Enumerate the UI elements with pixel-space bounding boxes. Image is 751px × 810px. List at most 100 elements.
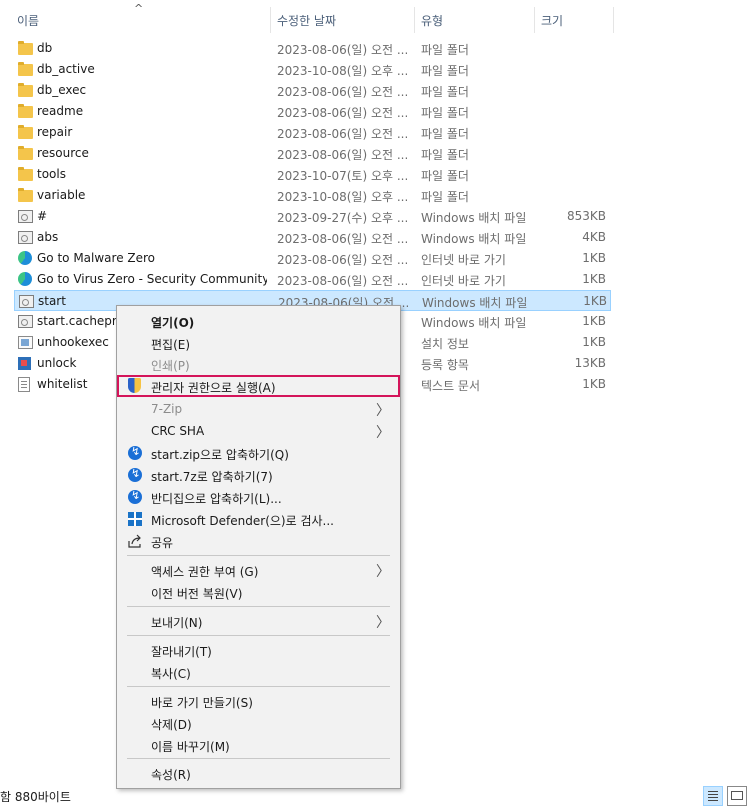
file-row[interactable]: variable 2023-10-08(일) 오후 ... 파일 폴더 bbox=[14, 185, 611, 206]
file-row[interactable]: Go to Virus Zero - Security Community 20… bbox=[14, 269, 611, 290]
menu-item-7zip[interactable]: 7-Zip 〉 bbox=[119, 398, 398, 420]
file-type: 파일 폴더 bbox=[421, 148, 469, 162]
file-size: 1KB bbox=[582, 272, 606, 286]
column-divider[interactable] bbox=[534, 7, 535, 33]
file-name: db_active bbox=[37, 62, 95, 76]
file-type: 텍스트 문서 bbox=[421, 379, 481, 393]
menu-item-label: 속성(R) bbox=[151, 768, 191, 782]
menu-item-send-to[interactable]: 보내기(N) 〉 bbox=[119, 610, 398, 632]
sort-ascending-icon: ^ bbox=[134, 2, 144, 15]
column-name-header[interactable]: 이름 bbox=[17, 12, 39, 29]
column-divider[interactable] bbox=[613, 7, 614, 33]
menu-item-properties[interactable]: 속성(R) bbox=[119, 762, 398, 784]
file-size: 13KB bbox=[574, 356, 606, 370]
file-size: 1KB bbox=[582, 377, 606, 391]
batch-file-icon bbox=[19, 295, 34, 308]
edge-shortcut-icon bbox=[18, 272, 32, 286]
menu-item-delete[interactable]: 삭제(D) bbox=[119, 712, 398, 734]
file-row[interactable]: readme 2023-08-06(일) 오전 ... 파일 폴더 bbox=[14, 101, 611, 122]
file-row[interactable]: # 2023-09-27(수) 오후 ... Windows 배치 파일 853… bbox=[14, 206, 611, 227]
menu-item-label: Microsoft Defender(으)로 검사... bbox=[151, 514, 334, 528]
file-row[interactable]: db 2023-08-06(일) 오전 ... 파일 폴더 bbox=[14, 38, 611, 59]
file-row[interactable]: resource 2023-08-06(일) 오전 ... 파일 폴더 bbox=[14, 143, 611, 164]
file-date: 2023-10-08(일) 오후 ... bbox=[277, 64, 407, 78]
file-type: 파일 폴더 bbox=[421, 64, 469, 78]
file-name: unhookexec bbox=[37, 335, 109, 349]
file-type: Windows 배치 파일 bbox=[421, 232, 527, 246]
folder-icon bbox=[18, 83, 33, 97]
file-row[interactable]: db_exec 2023-08-06(일) 오전 ... 파일 폴더 bbox=[14, 80, 611, 101]
menu-item-compress-zip[interactable]: start.zip으로 압축하기(Q) bbox=[119, 442, 398, 464]
batch-file-icon bbox=[18, 231, 33, 244]
column-date-header[interactable]: 수정한 날짜 bbox=[277, 12, 336, 29]
file-name: readme bbox=[37, 104, 84, 118]
file-date: 2023-08-06(일) 오전 ... bbox=[277, 232, 407, 246]
chevron-right-icon: 〉 bbox=[376, 403, 390, 419]
file-date: 2023-10-07(토) 오후 ... bbox=[277, 169, 407, 183]
menu-item-compress-7z[interactable]: start.7z로 압축하기(7) bbox=[119, 464, 398, 486]
file-size: 1KB bbox=[583, 294, 607, 308]
menu-item-rename[interactable]: 이름 바꾸기(M) bbox=[119, 734, 398, 756]
file-date: 2023-08-06(일) 오전 ... bbox=[277, 253, 407, 267]
menu-item-defender-scan[interactable]: Microsoft Defender(으)로 검사... bbox=[119, 508, 398, 530]
column-type-header[interactable]: 유형 bbox=[421, 12, 443, 29]
file-name: # bbox=[37, 209, 48, 223]
file-name: resource bbox=[37, 146, 89, 160]
folder-icon bbox=[18, 188, 33, 202]
menu-separator bbox=[127, 635, 390, 636]
chevron-right-icon: 〉 bbox=[376, 564, 390, 580]
menu-item-restore-versions[interactable]: 이전 버전 복원(V) bbox=[119, 581, 398, 603]
file-date: 2023-10-08(일) 오후 ... bbox=[277, 190, 407, 204]
menu-separator bbox=[127, 686, 390, 687]
file-name: abs bbox=[37, 230, 59, 244]
menu-item-open[interactable]: 열기(O) bbox=[119, 310, 398, 332]
column-divider[interactable] bbox=[414, 7, 415, 33]
file-type: 등록 항목 bbox=[421, 358, 469, 372]
menu-item-create-shortcut[interactable]: 바로 가기 만들기(S) bbox=[119, 690, 398, 712]
details-view-icon[interactable] bbox=[703, 786, 723, 806]
column-size-header[interactable]: 크기 bbox=[541, 12, 563, 29]
menu-item-label: 이름 바꾸기(M) bbox=[151, 740, 230, 754]
file-type: 파일 폴더 bbox=[421, 85, 469, 99]
file-name: variable bbox=[37, 188, 86, 202]
file-row[interactable]: tools 2023-10-07(토) 오후 ... 파일 폴더 bbox=[14, 164, 611, 185]
file-size: 853KB bbox=[566, 209, 606, 223]
menu-item-print[interactable]: 인쇄(P) bbox=[119, 353, 398, 375]
menu-item-share[interactable]: 공유 bbox=[119, 530, 398, 552]
folder-icon bbox=[18, 104, 33, 118]
menu-item-label: 공유 bbox=[151, 536, 174, 550]
menu-item-label: 인쇄(P) bbox=[151, 359, 190, 373]
menu-item-copy[interactable]: 복사(C) bbox=[119, 661, 398, 683]
menu-item-crc-sha[interactable]: CRC SHA 〉 bbox=[119, 420, 398, 442]
file-name: repair bbox=[37, 125, 73, 139]
file-name: unlock bbox=[37, 356, 77, 370]
text-document-icon bbox=[18, 377, 30, 392]
menu-item-give-access[interactable]: 액세스 권한 부여 (G) 〉 bbox=[119, 559, 398, 581]
file-type: 파일 폴더 bbox=[421, 43, 469, 57]
file-size: 1KB bbox=[582, 335, 606, 349]
menu-item-label: start.7z로 압축하기(7) bbox=[151, 470, 273, 484]
file-name: start.cacheprot bbox=[37, 314, 117, 328]
menu-item-label: 복사(C) bbox=[151, 667, 191, 681]
menu-item-compress-bandizip[interactable]: 반디집으로 압축하기(L)... bbox=[119, 486, 398, 508]
file-type: 파일 폴더 bbox=[421, 127, 469, 141]
file-name: tools bbox=[37, 167, 66, 181]
menu-item-label: 보내기(N) bbox=[151, 616, 203, 630]
menu-item-edit[interactable]: 편집(E) bbox=[119, 332, 398, 354]
folder-icon bbox=[18, 125, 33, 139]
share-icon bbox=[127, 533, 143, 549]
menu-item-label: 삭제(D) bbox=[151, 718, 192, 732]
large-icons-view-icon[interactable] bbox=[727, 786, 747, 806]
file-date: 2023-08-06(일) 오전 ... bbox=[277, 106, 407, 120]
menu-item-label: 액세스 권한 부여 (G) bbox=[151, 565, 259, 579]
setup-info-icon bbox=[18, 336, 33, 349]
file-row[interactable]: db_active 2023-10-08(일) 오후 ... 파일 폴더 bbox=[14, 59, 611, 80]
menu-item-label: 7-Zip bbox=[151, 402, 183, 416]
file-row[interactable]: repair 2023-08-06(일) 오전 ... 파일 폴더 bbox=[14, 122, 611, 143]
menu-item-cut[interactable]: 잘라내기(T) bbox=[119, 639, 398, 661]
file-row[interactable]: Go to Malware Zero 2023-08-06(일) 오전 ... … bbox=[14, 248, 611, 269]
column-divider[interactable] bbox=[270, 7, 271, 33]
status-bar-text: 함 880바이트 bbox=[0, 790, 71, 804]
file-row[interactable]: abs 2023-08-06(일) 오전 ... Windows 배치 파일 4… bbox=[14, 227, 611, 248]
bandizip-icon bbox=[128, 467, 142, 482]
